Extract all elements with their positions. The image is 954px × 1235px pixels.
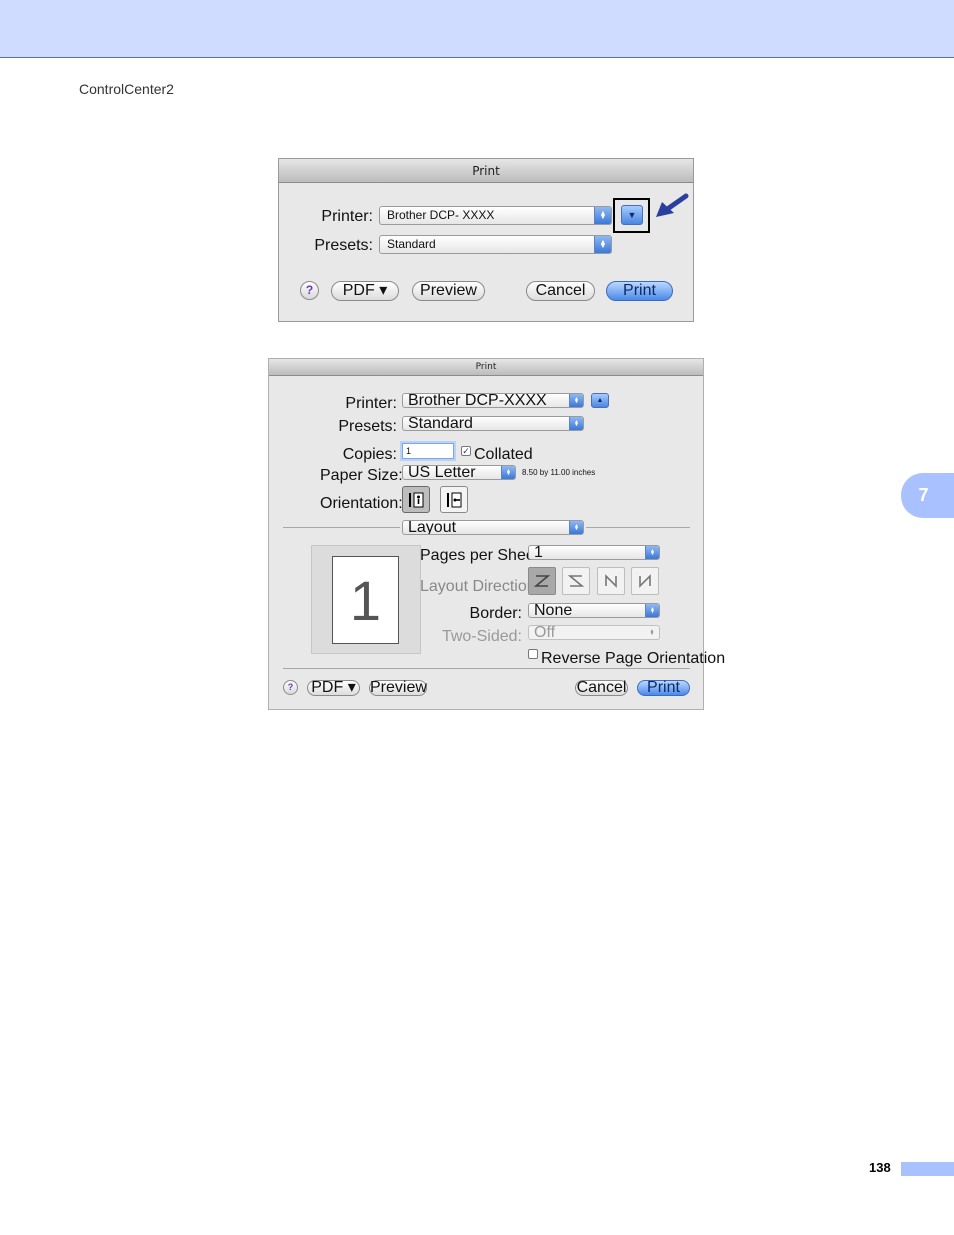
popup-arrows-icon: ▲ ▼ xyxy=(501,466,515,479)
border-popup[interactable]: None ▲ ▼ xyxy=(528,603,660,618)
printer-popup-value: Brother DCP- XXXX xyxy=(387,208,495,222)
presets-label: Presets: xyxy=(338,418,397,435)
portrait-orientation-icon xyxy=(409,492,424,507)
print-button[interactable]: Print xyxy=(606,281,673,301)
popup-arrows-icon: ▲ ▼ xyxy=(594,207,611,224)
separator-line xyxy=(283,668,690,669)
paper-size-popup-value: US Letter xyxy=(408,465,476,480)
paper-size-dimensions: 8.50 by 11.00 inches xyxy=(522,468,596,477)
cancel-button[interactable]: Cancel xyxy=(575,680,628,696)
running-header: ControlCenter2 xyxy=(79,81,174,97)
separator-line xyxy=(586,527,690,528)
presets-popup-value: Standard xyxy=(408,416,473,431)
page-preview-sheet: 1 xyxy=(332,556,399,644)
presets-label: Presets: xyxy=(314,237,373,254)
presets-popup-value: Standard xyxy=(387,237,436,251)
orientation-portrait-button[interactable] xyxy=(402,486,430,513)
callout-highlight-box xyxy=(613,198,650,233)
paper-size-popup[interactable]: US Letter ▲ ▼ xyxy=(402,465,516,480)
printer-popup[interactable]: Brother DCP- XXXX ▲ ▼ xyxy=(379,206,612,225)
copies-label: Copies: xyxy=(342,446,397,463)
presets-popup[interactable]: Standard ▲ ▼ xyxy=(402,416,584,431)
layout-direction-n-button[interactable] xyxy=(597,567,625,595)
printer-label: Printer: xyxy=(345,395,397,412)
pdf-button[interactable]: PDF ▾ xyxy=(307,680,360,696)
chapter-tab: 7 xyxy=(901,473,954,518)
popup-arrows-icon: ▲ ▼ xyxy=(569,417,583,430)
printer-label: Printer: xyxy=(321,208,373,225)
collapse-disclosure-button[interactable]: ▲ xyxy=(591,393,609,408)
pages-per-sheet-label: Pages per Sheet: xyxy=(420,547,544,564)
layout-direction-reverse-n-button[interactable] xyxy=(631,567,659,595)
layout-z-icon xyxy=(533,575,551,587)
popup-arrows-icon: ▲ ▼ xyxy=(645,604,659,617)
layout-direction-s-button[interactable] xyxy=(562,567,590,595)
panel-selector-popup[interactable]: Layout ▲ ▼ xyxy=(402,520,584,535)
popup-arrows-icon: ▲ ▼ xyxy=(649,627,655,637)
popup-arrows-icon: ▲ ▼ xyxy=(645,546,659,559)
popup-arrows-icon: ▲ ▼ xyxy=(569,521,583,534)
print-button[interactable]: Print xyxy=(637,680,690,696)
layout-reverse-n-icon xyxy=(639,574,651,588)
two-sided-popup: Off ▲ ▼ xyxy=(528,625,660,640)
two-sided-popup-value: Off xyxy=(534,625,556,640)
layout-reverse-z-icon xyxy=(567,575,585,587)
pages-per-sheet-popup[interactable]: 1 ▲ ▼ xyxy=(528,545,660,560)
orientation-label: Orientation: xyxy=(320,495,403,512)
two-sided-label: Two-Sided: xyxy=(441,628,522,645)
printer-popup-value: Brother DCP-XXXX xyxy=(408,393,547,408)
popup-arrows-icon: ▲ ▼ xyxy=(594,236,611,253)
border-label: Border: xyxy=(469,605,522,622)
callout-arrow-icon xyxy=(656,193,689,217)
landscape-orientation-icon xyxy=(447,492,462,507)
collated-checkbox[interactable]: ✓ xyxy=(461,446,471,456)
layout-direction-label: Layout Direction: xyxy=(420,578,541,595)
presets-popup[interactable]: Standard ▲ ▼ xyxy=(379,235,612,254)
chevron-up-icon: ▲ xyxy=(596,397,604,404)
reverse-orientation-checkbox[interactable] xyxy=(528,649,538,659)
collated-label: Collated xyxy=(474,446,533,463)
printer-popup[interactable]: Brother DCP-XXXX ▲ ▼ xyxy=(402,393,584,408)
copies-field[interactable]: 1 xyxy=(402,443,454,459)
help-button[interactable]: ? xyxy=(283,680,298,695)
dialog-title: Print xyxy=(269,359,703,376)
chapter-number: 7 xyxy=(918,485,929,505)
preview-button[interactable]: Preview xyxy=(412,281,485,301)
dialog-title: Print xyxy=(279,159,693,183)
page-header-band xyxy=(0,0,954,58)
paper-size-label: Paper Size: xyxy=(320,467,403,484)
reverse-orientation-label: Reverse Page Orientation xyxy=(541,650,726,667)
help-button[interactable]: ? xyxy=(300,281,319,300)
preview-button[interactable]: Preview xyxy=(369,680,427,696)
separator-line xyxy=(283,527,400,528)
page-footer-bar xyxy=(901,1162,954,1176)
popup-arrows-icon: ▲ ▼ xyxy=(569,394,583,407)
pages-per-sheet-value: 1 xyxy=(534,545,543,560)
page-number: 138 xyxy=(869,1160,891,1175)
layout-n-icon xyxy=(605,574,617,588)
orientation-landscape-button[interactable] xyxy=(440,486,468,513)
layout-direction-z-button[interactable] xyxy=(528,567,556,595)
cancel-button[interactable]: Cancel xyxy=(526,281,595,301)
pdf-button[interactable]: PDF ▾ xyxy=(331,281,399,301)
border-popup-value: None xyxy=(534,603,573,618)
panel-selector-value: Layout xyxy=(408,520,457,535)
